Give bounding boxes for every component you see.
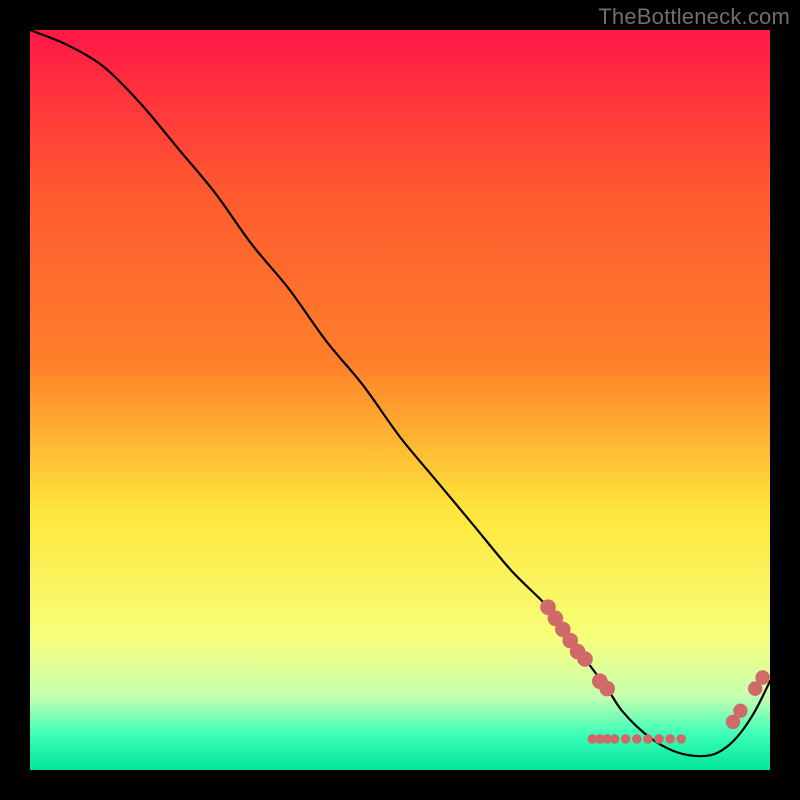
watermark-text: TheBottleneck.com <box>598 4 790 30</box>
gradient-background <box>30 30 770 770</box>
data-marker <box>755 670 769 684</box>
data-marker <box>610 734 620 744</box>
plot-area <box>30 30 770 770</box>
data-marker <box>643 734 653 744</box>
data-marker <box>621 734 631 744</box>
data-marker <box>599 681 615 697</box>
data-marker <box>632 734 642 744</box>
chart-stage: TheBottleneck.com <box>0 0 800 800</box>
data-marker <box>676 734 686 744</box>
data-marker <box>665 734 675 744</box>
data-marker <box>577 651 593 667</box>
data-marker <box>654 734 664 744</box>
data-marker <box>733 704 747 718</box>
chart-svg <box>30 30 770 770</box>
